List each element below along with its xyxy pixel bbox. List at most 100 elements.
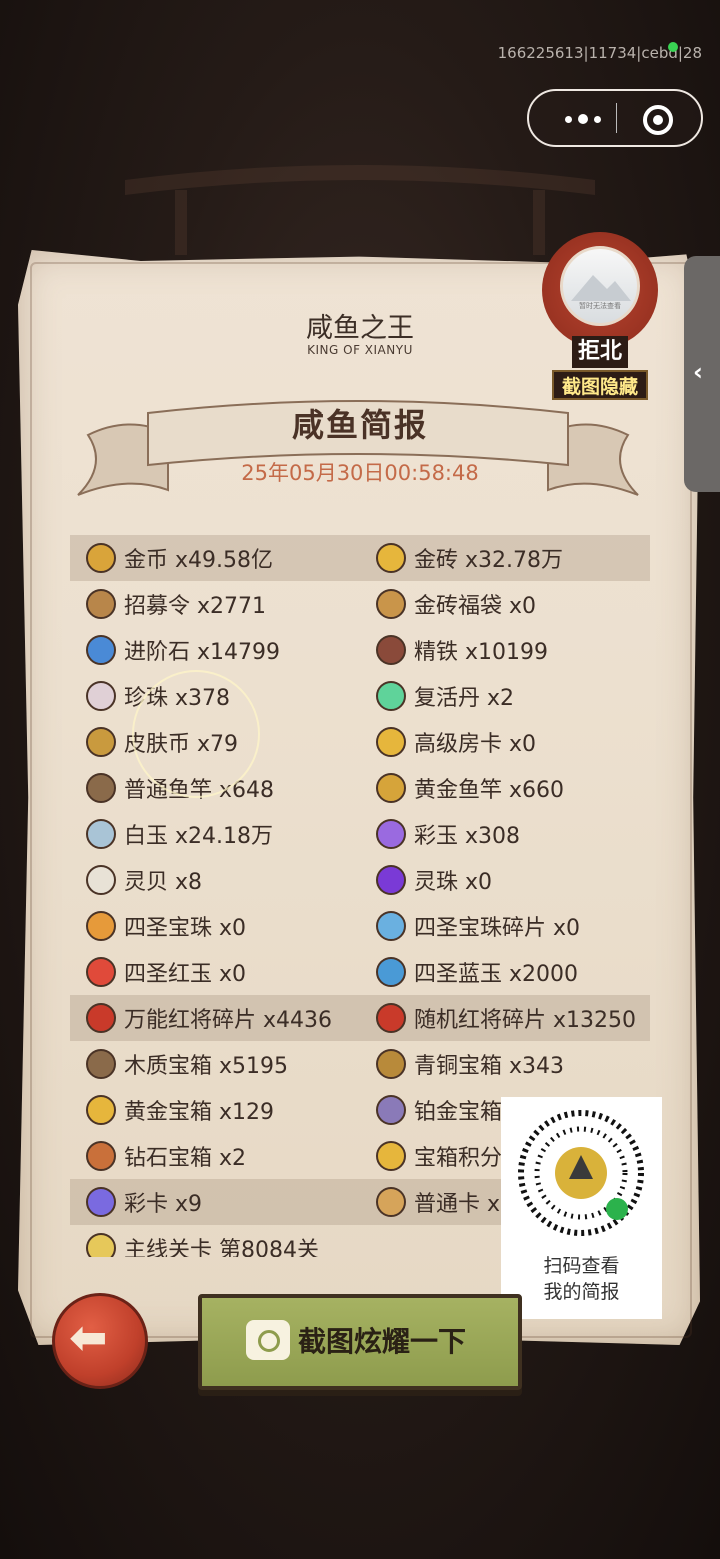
resource-entry: 木质宝箱 x5195 bbox=[86, 1041, 288, 1087]
resource-entry: 金砖福袋 x0 bbox=[376, 581, 536, 627]
resource-text: 招募令 x2771 bbox=[124, 594, 267, 619]
resource-entry: 宝箱积分 bbox=[376, 1133, 502, 1179]
list-item: 招募令 x2771 金砖福袋 x0 bbox=[70, 581, 650, 627]
resource-text: 主线关卡 第8084关 bbox=[124, 1238, 319, 1257]
resource-icon bbox=[376, 727, 406, 757]
status-dot bbox=[668, 42, 678, 52]
resource-text: 灵贝 x8 bbox=[124, 870, 203, 895]
resource-entry: 黄金鱼竿 x660 bbox=[376, 765, 564, 811]
resource-icon bbox=[376, 1141, 406, 1171]
resource-entry: 四圣红玉 x0 bbox=[86, 949, 246, 995]
resource-icon bbox=[376, 1187, 406, 1217]
resource-text: 白玉 x24.18万 bbox=[124, 824, 273, 849]
resource-icon bbox=[376, 1049, 406, 1079]
resource-text: 普通卡 x bbox=[414, 1192, 501, 1217]
resource-entry: 四圣宝珠 x0 bbox=[86, 903, 246, 949]
more-dots-icon[interactable] bbox=[553, 109, 613, 129]
resource-entry: 普通卡 x bbox=[376, 1179, 500, 1225]
resource-entry: 金币 x49.58亿 bbox=[86, 535, 273, 581]
resource-icon bbox=[86, 681, 116, 711]
close-target-icon[interactable] bbox=[643, 105, 673, 135]
resource-text: 金币 x49.58亿 bbox=[124, 548, 273, 573]
resource-icon bbox=[376, 543, 406, 573]
resource-text: 四圣蓝玉 x2000 bbox=[414, 962, 579, 987]
resource-text: 木质宝箱 x5195 bbox=[124, 1054, 289, 1079]
resource-text: 宝箱积分 bbox=[414, 1146, 503, 1171]
resource-icon bbox=[376, 681, 406, 711]
resource-text: 高级房卡 x0 bbox=[414, 732, 537, 757]
resource-icon bbox=[86, 635, 116, 665]
resource-entry: 随机红将碎片 x13250 bbox=[376, 995, 636, 1041]
resource-text: 铂金宝箱 bbox=[414, 1100, 503, 1125]
resource-entry: 高级房卡 x0 bbox=[376, 719, 536, 765]
resource-entry: 铂金宝箱 bbox=[376, 1087, 502, 1133]
list-item: 白玉 x24.18万 彩玉 x308 bbox=[70, 811, 650, 857]
side-collapse-tab[interactable]: ‹ bbox=[684, 256, 720, 492]
resource-entry: 白玉 x24.18万 bbox=[86, 811, 273, 857]
resource-text: 黄金宝箱 x129 bbox=[124, 1100, 275, 1125]
resource-entry: 万能红将碎片 x4436 bbox=[86, 995, 332, 1041]
resource-text: 精铁 x10199 bbox=[414, 640, 548, 665]
resource-entry: 四圣蓝玉 x2000 bbox=[376, 949, 578, 995]
report-date: 25年05月30日00:58:48 bbox=[241, 461, 479, 485]
resource-text: 灵珠 x0 bbox=[414, 870, 493, 895]
resource-icon bbox=[86, 1049, 116, 1079]
share-screenshot-label: 截图炫耀一下 bbox=[298, 1325, 467, 1358]
list-item: 进阶石 x14799 精铁 x10199 bbox=[70, 627, 650, 673]
camera-icon bbox=[246, 1320, 290, 1360]
resource-text: 彩玉 x308 bbox=[414, 824, 521, 849]
list-item: 四圣宝珠 x0 四圣宝珠碎片 x0 bbox=[70, 903, 650, 949]
resource-entry: 主线关卡 第8084关 bbox=[86, 1225, 319, 1257]
list-item: 万能红将碎片 x4436 随机红将碎片 x13250 bbox=[70, 995, 650, 1041]
resource-text: 万能红将碎片 x4436 bbox=[124, 1008, 333, 1033]
resource-icon bbox=[86, 957, 116, 987]
resource-icon bbox=[376, 773, 406, 803]
resource-entry: 复活丹 x2 bbox=[376, 673, 514, 719]
resource-icon bbox=[376, 957, 406, 987]
resource-text: 随机红将碎片 x13250 bbox=[414, 1008, 636, 1033]
resource-icon bbox=[86, 911, 116, 941]
qr-text-line2: 我的简报 bbox=[543, 1281, 620, 1303]
resource-text: 黄金鱼竿 x660 bbox=[414, 778, 565, 803]
resource-icon bbox=[86, 819, 116, 849]
resource-icon bbox=[86, 543, 116, 573]
resource-text: 四圣宝珠碎片 x0 bbox=[414, 916, 581, 941]
resource-icon bbox=[86, 1095, 116, 1125]
resource-entry: 金砖 x32.78万 bbox=[376, 535, 563, 581]
resource-text: 金砖福袋 x0 bbox=[414, 594, 537, 619]
resource-entry: 招募令 x2771 bbox=[86, 581, 266, 627]
resource-entry: 灵珠 x0 bbox=[376, 857, 492, 903]
back-arrow-icon: ⬅ bbox=[69, 1310, 108, 1364]
qr-card[interactable]: 扫码查看 我的简报 bbox=[501, 1097, 662, 1319]
list-item: 灵贝 x8 灵珠 x0 bbox=[70, 857, 650, 903]
resource-icon bbox=[376, 589, 406, 619]
resource-entry: 黄金宝箱 x129 bbox=[86, 1087, 274, 1133]
resource-icon bbox=[376, 911, 406, 941]
resource-text: 钻石宝箱 x2 bbox=[124, 1146, 247, 1171]
resource-entry: 精铁 x10199 bbox=[376, 627, 548, 673]
hide-on-screenshot-label: 截图隐藏 bbox=[552, 370, 648, 400]
resource-icon bbox=[86, 1141, 116, 1171]
resource-text: 彩卡 x9 bbox=[124, 1192, 203, 1217]
resource-text: 金砖 x32.78万 bbox=[414, 548, 563, 573]
resource-icon bbox=[86, 773, 116, 803]
resource-entry: 钻石宝箱 x2 bbox=[86, 1133, 246, 1179]
resource-icon bbox=[376, 1095, 406, 1125]
resource-icon bbox=[86, 1187, 116, 1217]
resource-entry: 青铜宝箱 x343 bbox=[376, 1041, 564, 1087]
share-screenshot-button[interactable]: 截图炫耀一下 bbox=[198, 1294, 522, 1390]
resource-text: 进阶石 x14799 bbox=[124, 640, 280, 665]
resource-entry: 彩玉 x308 bbox=[376, 811, 520, 857]
mountain-icon bbox=[571, 275, 631, 301]
player-seal: 暂时无法查看 拒北 截图隐藏 bbox=[532, 228, 668, 408]
mini-program-capsule bbox=[527, 89, 703, 147]
list-item: 金币 x49.58亿 金砖 x32.78万 bbox=[70, 535, 650, 581]
back-button[interactable]: ⬅ bbox=[52, 1293, 148, 1389]
avatar: 暂时无法查看 bbox=[560, 246, 640, 326]
resource-icon bbox=[86, 1003, 116, 1033]
resource-text: 四圣红玉 x0 bbox=[124, 962, 247, 987]
chevron-left-icon: ‹ bbox=[693, 358, 703, 386]
resource-icon bbox=[86, 589, 116, 619]
resource-icon bbox=[376, 819, 406, 849]
resource-icon bbox=[86, 1233, 116, 1257]
